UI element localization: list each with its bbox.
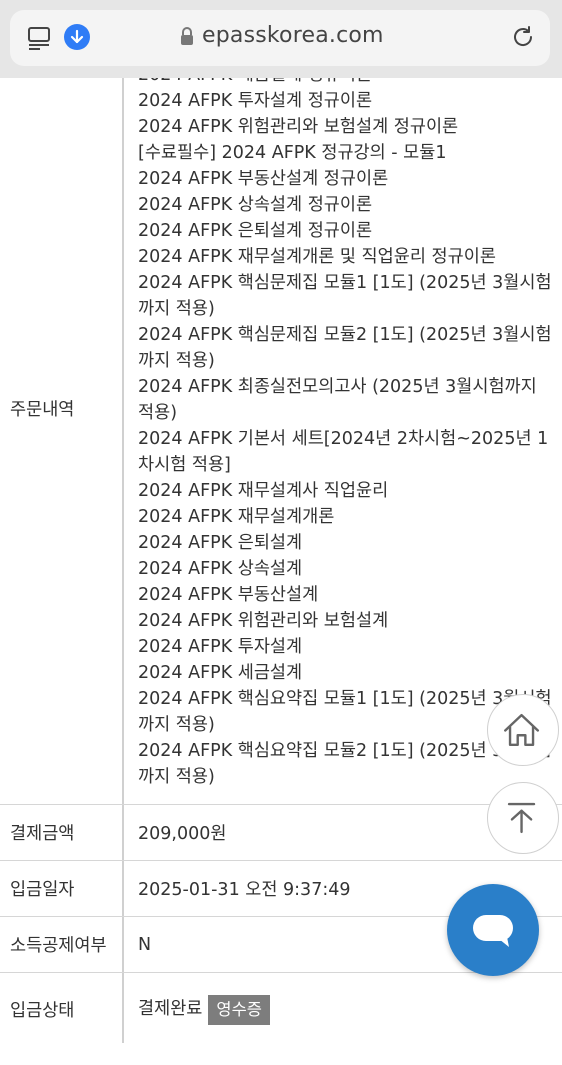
order-items-label: 주문내역 (10, 399, 75, 420)
order-item: 2024 AFPK 재무설계개론 (138, 507, 335, 527)
address-bar[interactable]: epasskorea.com (10, 10, 550, 66)
column-divider (122, 0, 124, 804)
order-item: 2024 AFPK 기본서 세트[2024년 2차시험~2025년 1차시험 적… (138, 429, 549, 475)
tax-deduction-label: 소득공제여부 (10, 936, 107, 956)
payment-amount-label: 결제금액 (10, 824, 75, 844)
scroll-top-button[interactable] (487, 782, 559, 854)
home-icon (504, 713, 540, 747)
order-item: [수료필수] 2024 AFPK 정규강의 - 모듈1 (138, 143, 447, 163)
chat-bubble-icon (473, 915, 513, 947)
order-item: 2024 AFPK 상속설계 (138, 559, 303, 579)
payment-amount-value: 209,000원 (138, 824, 227, 844)
deposit-status-label: 입금상태 (10, 1001, 75, 1021)
order-item: 2024 AFPK 은퇴설계 정규이론 (138, 221, 373, 241)
order-items-list: 2024 AFPK 세금설계 정규이론2024 AFPK 투자설계 정규이론20… (138, 62, 558, 790)
order-item: 2024 AFPK 부동산설계 (138, 585, 319, 605)
order-item: 2024 AFPK 세금설계 (138, 663, 303, 683)
deposit-status-text: 결제완료 (138, 999, 203, 1019)
order-items-row: 주문내역 2024 AFPK 세금설계 정규이론2024 AFPK 투자설계 정… (0, 0, 562, 805)
reload-icon[interactable] (510, 24, 536, 50)
deposit-status-value: 결제완료 영수증 (138, 973, 270, 1065)
payment-amount-row: 결제금액 209,000원 (0, 805, 562, 861)
order-item: 2024 AFPK 부동산설계 정규이론 (138, 169, 389, 189)
tabs-icon[interactable] (26, 25, 52, 51)
order-item: 2024 AFPK 위험관리와 보험설계 (138, 611, 389, 631)
order-item: 2024 AFPK 은퇴설계 (138, 533, 303, 553)
lock-icon (181, 27, 193, 45)
browser-toolbar: epasskorea.com (0, 0, 562, 78)
order-item: 2024 AFPK 핵심문제집 모듈2 [1도] (2025년 3월시험까지 적… (138, 325, 552, 371)
url-text[interactable]: epasskorea.com (202, 23, 384, 48)
order-item: 2024 AFPK 투자설계 정규이론 (138, 91, 373, 111)
column-divider (122, 861, 124, 916)
deposit-date-label: 입금일자 (10, 880, 75, 900)
order-item: 2024 AFPK 핵심문제집 모듈1 [1도] (2025년 3월시험까지 적… (138, 273, 552, 319)
tax-deduction-value: N (138, 934, 152, 955)
home-button[interactable] (487, 694, 559, 766)
order-item: 2024 AFPK 재무설계개론 및 직업윤리 정규이론 (138, 247, 496, 267)
column-divider (122, 917, 124, 972)
order-item: 2024 AFPK 최종실전모의고사 (2025년 3월시험까지 적용) (138, 377, 537, 423)
deposit-status-row: 입금상태 결제완료 영수증 (0, 973, 562, 1043)
order-item: 2024 AFPK 상속설계 정규이론 (138, 195, 373, 215)
order-item: 2024 AFPK 재무설계사 직업윤리 (138, 481, 389, 501)
receipt-button[interactable]: 영수증 (208, 995, 270, 1025)
column-divider (122, 805, 124, 860)
chat-button[interactable] (447, 884, 539, 976)
download-icon[interactable] (64, 24, 90, 50)
order-item: 2024 AFPK 투자설계 (138, 637, 303, 657)
deposit-date-value: 2025-01-31 오전 9:37:49 (138, 880, 351, 900)
column-divider (122, 973, 124, 1043)
arrow-up-icon (507, 802, 536, 834)
order-item: 2024 AFPK 위험관리와 보험설계 정규이론 (138, 117, 459, 137)
